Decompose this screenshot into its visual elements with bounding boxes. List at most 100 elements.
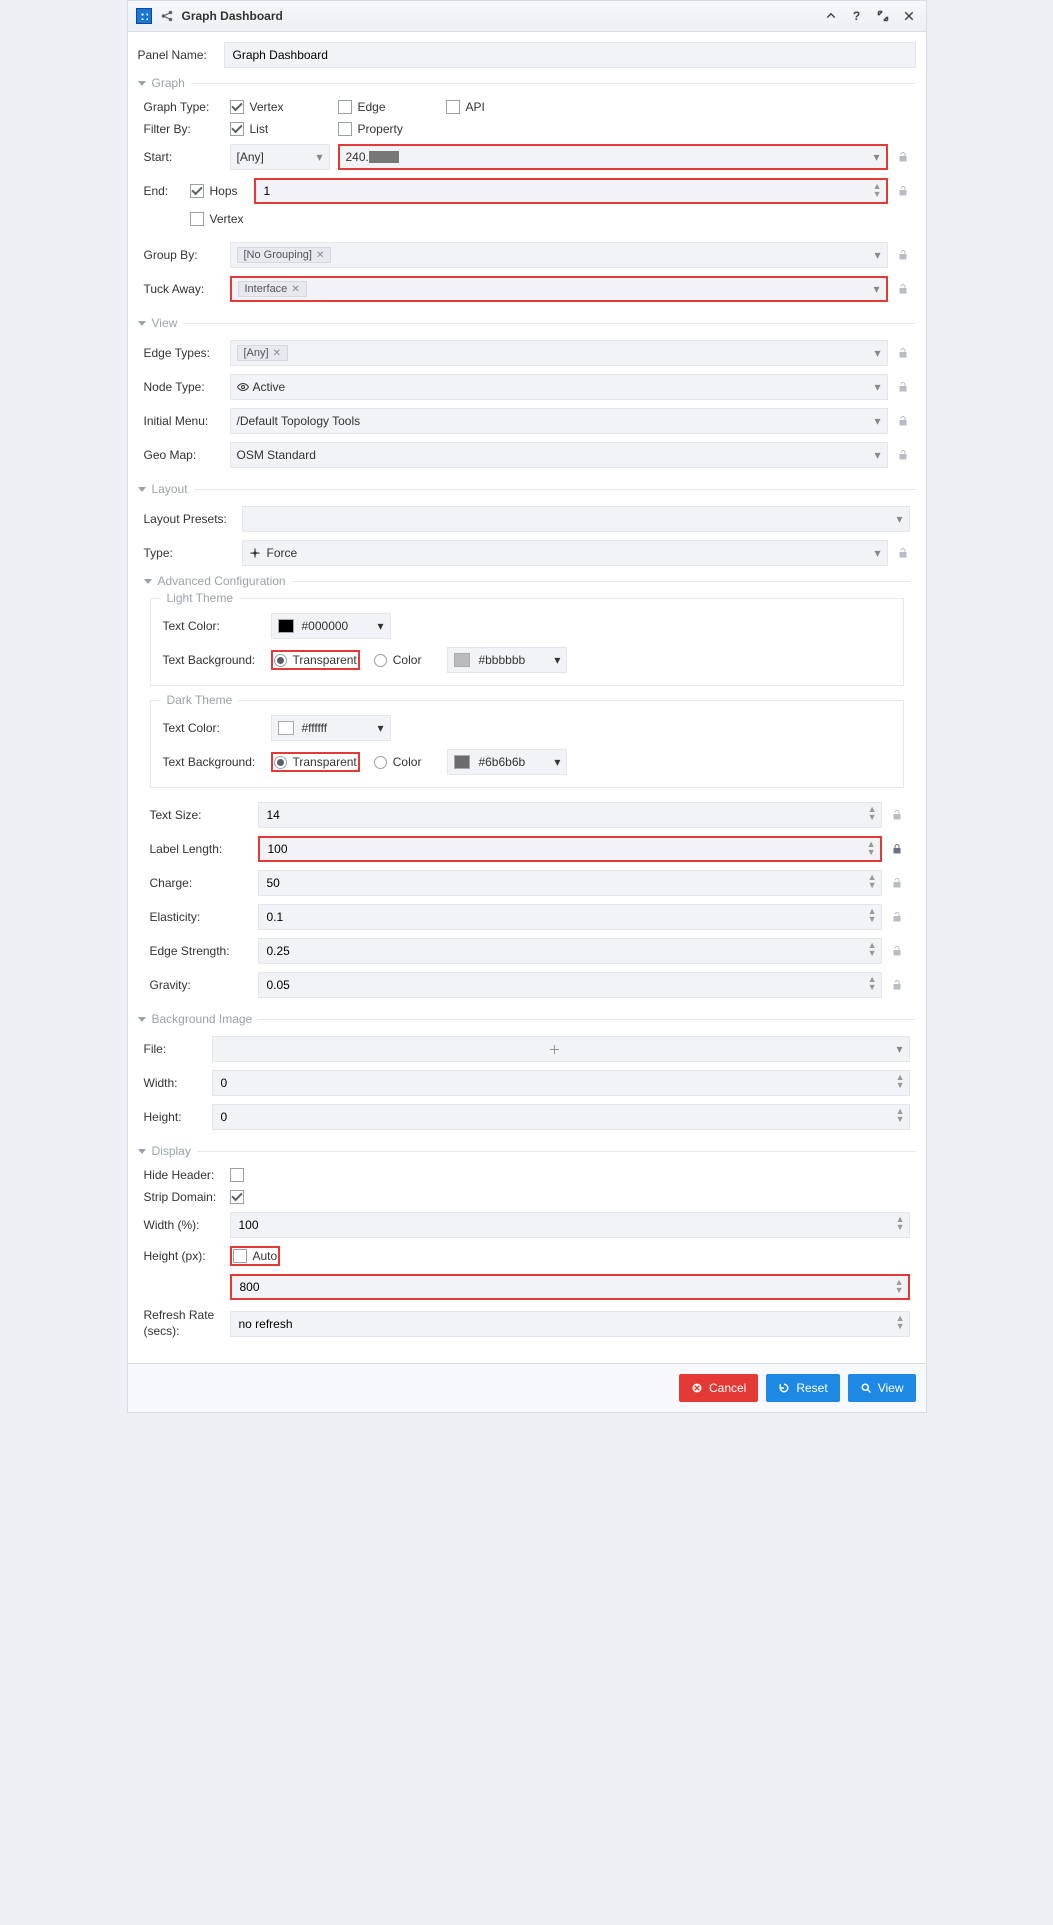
view-collapse-icon[interactable] — [138, 321, 146, 326]
geo-map-lock-icon[interactable] — [896, 448, 910, 462]
cancel-button[interactable]: Cancel — [679, 1374, 758, 1402]
dark-theme-box: Dark Theme Text Color: #ffffff ▾ T — [150, 700, 904, 788]
property-checkbox[interactable] — [338, 122, 352, 136]
width-pct-input[interactable]: ▲▼ — [230, 1212, 910, 1238]
collapse-icon[interactable] — [822, 7, 840, 25]
dark-bg-color-picker[interactable]: #6b6b6b ▾ — [447, 749, 567, 775]
end-vertex-checkbox[interactable] — [190, 212, 204, 226]
layout-type-lock-icon[interactable] — [896, 546, 910, 560]
tuck-away-select[interactable]: Interface✕ ▾ — [230, 276, 888, 302]
gravity-input[interactable]: ▲▼ — [258, 972, 882, 998]
dark-text-color-picker[interactable]: #ffffff ▾ — [271, 715, 391, 741]
hops-input[interactable]: ▲▼ — [254, 178, 888, 204]
initial-menu-lock-icon[interactable] — [896, 414, 910, 428]
light-text-color-picker[interactable]: #000000 ▾ — [271, 613, 391, 639]
reset-button[interactable]: Reset — [766, 1374, 839, 1402]
display-fieldset: Display Hide Header: Strip Domain: Width… — [138, 1144, 916, 1339]
light-bg-color-radio[interactable] — [374, 654, 387, 667]
force-icon — [249, 547, 261, 559]
text-size-input[interactable]: ▲▼ — [258, 802, 882, 828]
bgimage-collapse-icon[interactable] — [138, 1017, 146, 1022]
dark-bg-transparent-radio[interactable] — [274, 756, 287, 769]
graph-fieldset: Graph Graph Type: Vertex Edge API Filter… — [138, 76, 916, 302]
bg-file-add-icon[interactable]: ＋ — [548, 1041, 560, 1058]
elasticity-label: Elasticity: — [150, 910, 250, 924]
initial-menu-select[interactable]: /Default Topology Tools▾ — [230, 408, 888, 434]
elasticity-lock-icon[interactable] — [890, 910, 904, 924]
text-size-lock-icon[interactable] — [890, 808, 904, 822]
display-collapse-icon[interactable] — [138, 1149, 146, 1154]
hops-lock-icon[interactable] — [896, 184, 910, 198]
start-any-select[interactable]: [Any]▾ — [230, 144, 330, 170]
expand-icon[interactable] — [874, 7, 892, 25]
node-type-lock-icon[interactable] — [896, 380, 910, 394]
view-button[interactable]: View — [848, 1374, 916, 1402]
graph-dashboard-window: Graph Dashboard ? Panel Name: Graph Grap… — [127, 0, 927, 1413]
tuck-away-lock-icon[interactable] — [896, 282, 910, 296]
label-length-lock-icon[interactable] — [890, 842, 904, 856]
height-px-input[interactable]: ▲▼ — [230, 1274, 910, 1300]
bg-height-input[interactable]: ▲▼ — [212, 1104, 910, 1130]
titlebar: Graph Dashboard ? — [128, 1, 926, 32]
edge-strength-label: Edge Strength: — [150, 944, 250, 958]
group-by-tag-remove-icon[interactable]: ✕ — [316, 250, 324, 261]
gravity-lock-icon[interactable] — [890, 978, 904, 992]
dark-bg-color-radio[interactable] — [374, 756, 387, 769]
height-px-label: Height (px): — [144, 1249, 222, 1263]
bg-file-caret-icon[interactable]: ▾ — [896, 1042, 902, 1056]
hops-checkbox[interactable] — [190, 184, 204, 198]
api-checkbox[interactable] — [446, 100, 460, 114]
panel-name-label: Panel Name: — [138, 48, 216, 62]
eye-icon — [237, 381, 249, 393]
list-checkbox[interactable] — [230, 122, 244, 136]
geo-map-select[interactable]: OSM Standard▾ — [230, 442, 888, 468]
strip-domain-checkbox[interactable] — [230, 1190, 244, 1204]
hide-header-checkbox[interactable] — [230, 1168, 244, 1182]
dark-text-color-label: Text Color: — [163, 721, 263, 735]
edge-strength-input[interactable]: ▲▼ — [258, 938, 882, 964]
adv-collapse-icon[interactable] — [144, 579, 152, 584]
edge-types-label: Edge Types: — [144, 346, 222, 360]
light-bg-color-picker[interactable]: #bbbbbb ▾ — [447, 647, 567, 673]
start-value-select[interactable]: 240. ▾ — [338, 144, 888, 170]
layout-presets-select[interactable]: ▾ — [242, 506, 910, 532]
close-icon[interactable] — [900, 7, 918, 25]
layout-fieldset: Layout Layout Presets: ▾ Type: Force▾ Ad — [138, 482, 916, 998]
vertex-checkbox[interactable] — [230, 100, 244, 114]
label-length-input[interactable]: ▲▼ — [258, 836, 882, 862]
edge-checkbox[interactable] — [338, 100, 352, 114]
edge-types-lock-icon[interactable] — [896, 346, 910, 360]
tuck-away-tag: Interface✕ — [238, 281, 307, 297]
graph-collapse-icon[interactable] — [138, 81, 146, 86]
start-lock-icon[interactable] — [896, 150, 910, 164]
edge-types-tag-remove-icon[interactable]: ✕ — [273, 348, 281, 359]
help-icon[interactable]: ? — [848, 7, 866, 25]
bg-file-select[interactable]: ＋ ▾ — [212, 1036, 910, 1062]
bg-file-label: File: — [144, 1042, 204, 1056]
tuck-away-tag-remove-icon[interactable]: ✕ — [291, 284, 299, 295]
elasticity-input[interactable]: ▲▼ — [258, 904, 882, 930]
layout-collapse-icon[interactable] — [138, 487, 146, 492]
bg-height-label: Height: — [144, 1110, 204, 1124]
hops-spinner[interactable]: ▲▼ — [873, 182, 882, 198]
charge-input[interactable]: ▲▼ — [258, 870, 882, 896]
group-by-label: Group By: — [144, 248, 222, 262]
panel-name-input[interactable] — [224, 42, 916, 68]
height-auto-checkbox[interactable] — [233, 1249, 247, 1263]
dark-bg-color-swatch — [454, 755, 470, 769]
group-by-select[interactable]: [No Grouping]✕ ▾ — [230, 242, 888, 268]
edge-strength-lock-icon[interactable] — [890, 944, 904, 958]
bg-width-label: Width: — [144, 1076, 204, 1090]
end-label: End: — [144, 184, 182, 198]
node-type-select[interactable]: Active▾ — [230, 374, 888, 400]
group-by-lock-icon[interactable] — [896, 248, 910, 262]
light-bg-transparent-radio[interactable] — [274, 654, 287, 667]
footer: Cancel Reset View — [128, 1363, 926, 1412]
edge-types-select[interactable]: [Any]✕ ▾ — [230, 340, 888, 366]
charge-lock-icon[interactable] — [890, 876, 904, 890]
refresh-input[interactable]: ▲▼ — [230, 1311, 910, 1337]
panel-name-row: Panel Name: — [138, 42, 916, 68]
strip-domain-label: Strip Domain: — [144, 1190, 222, 1204]
bg-width-input[interactable]: ▲▼ — [212, 1070, 910, 1096]
layout-type-select[interactable]: Force▾ — [242, 540, 888, 566]
